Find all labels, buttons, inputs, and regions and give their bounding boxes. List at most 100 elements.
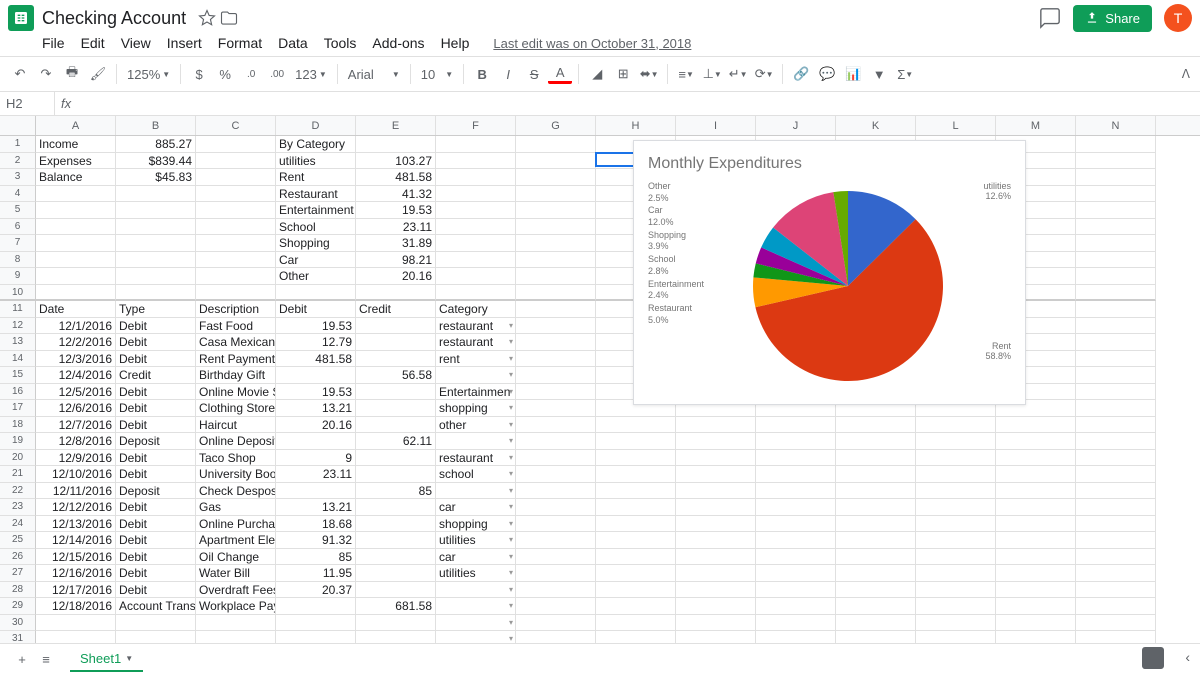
star-icon[interactable] (198, 9, 216, 27)
cell[interactable] (676, 450, 756, 467)
cell[interactable] (436, 186, 516, 203)
cell[interactable] (1076, 400, 1156, 417)
cell[interactable] (596, 532, 676, 549)
cell[interactable] (836, 499, 916, 516)
row-header-18[interactable]: 18 (0, 417, 36, 434)
cell[interactable]: 19.53 (276, 318, 356, 335)
cell[interactable]: Debit (116, 565, 196, 582)
cell[interactable] (516, 549, 596, 566)
cell[interactable] (1076, 169, 1156, 186)
cell[interactable]: restaurant (436, 450, 516, 467)
cell[interactable]: Gas (196, 499, 276, 516)
cell[interactable]: utilities (436, 565, 516, 582)
cell[interactable]: 103.27 (356, 153, 436, 170)
cell[interactable] (116, 285, 196, 302)
cell[interactable]: 12/5/2016 (36, 384, 116, 401)
cell[interactable]: 41.32 (356, 186, 436, 203)
cell[interactable] (516, 268, 596, 285)
bold-icon[interactable]: B (470, 62, 494, 86)
cell[interactable] (516, 582, 596, 599)
cell[interactable] (116, 219, 196, 236)
cell[interactable] (1076, 433, 1156, 450)
fill-color-icon[interactable]: ◢ (585, 62, 609, 86)
cell[interactable]: 13.21 (276, 499, 356, 516)
cell[interactable] (916, 417, 996, 434)
cell[interactable] (196, 169, 276, 186)
cell[interactable] (996, 565, 1076, 582)
cell[interactable] (356, 417, 436, 434)
cell[interactable]: 11.95 (276, 565, 356, 582)
cell[interactable] (516, 466, 596, 483)
cell[interactable]: School (276, 219, 356, 236)
cell[interactable] (516, 235, 596, 252)
cell[interactable] (836, 532, 916, 549)
col-header-M[interactable]: M (996, 116, 1076, 135)
col-header-D[interactable]: D (276, 116, 356, 135)
cell[interactable]: 12/4/2016 (36, 367, 116, 384)
cell[interactable]: Debit (116, 450, 196, 467)
cell[interactable]: Debit (116, 400, 196, 417)
cell[interactable] (1076, 483, 1156, 500)
cell[interactable] (1076, 235, 1156, 252)
cell[interactable]: utilities (276, 153, 356, 170)
row-header-17[interactable]: 17 (0, 400, 36, 417)
cell[interactable] (676, 582, 756, 599)
cell[interactable] (436, 169, 516, 186)
cell[interactable] (916, 466, 996, 483)
col-header-L[interactable]: L (916, 116, 996, 135)
cell[interactable]: Entertainmen (436, 384, 516, 401)
add-sheet-icon[interactable]: + (10, 648, 34, 672)
cell[interactable] (356, 466, 436, 483)
cell[interactable] (1076, 153, 1156, 170)
cell[interactable] (436, 433, 516, 450)
cell[interactable] (276, 433, 356, 450)
cell[interactable] (436, 367, 516, 384)
cell[interactable]: Other (276, 268, 356, 285)
cell[interactable] (916, 615, 996, 632)
cell[interactable] (836, 565, 916, 582)
col-header-J[interactable]: J (756, 116, 836, 135)
cell[interactable] (916, 549, 996, 566)
h-align-icon[interactable]: ≡▼ (674, 62, 698, 86)
cell[interactable]: 12/16/2016 (36, 565, 116, 582)
cell[interactable]: restaurant (436, 318, 516, 335)
cell[interactable]: Fast Food (196, 318, 276, 335)
row-header-7[interactable]: 7 (0, 235, 36, 252)
cell[interactable] (36, 252, 116, 269)
cell[interactable]: Restaurant (276, 186, 356, 203)
cell[interactable] (356, 384, 436, 401)
cell[interactable]: Description (196, 301, 276, 318)
cell[interactable] (1076, 318, 1156, 335)
zoom-select[interactable]: 125%▼ (123, 67, 174, 82)
all-sheets-icon[interactable]: ≡ (34, 648, 58, 672)
comment-add-icon[interactable]: 💬 (815, 62, 839, 86)
cell[interactable]: Check Desposit (196, 483, 276, 500)
cell[interactable]: 20.16 (276, 417, 356, 434)
cell[interactable] (356, 532, 436, 549)
cell[interactable] (836, 615, 916, 632)
row-header-21[interactable]: 21 (0, 466, 36, 483)
cell[interactable]: By Category (276, 136, 356, 153)
cell[interactable]: Taco Shop (196, 450, 276, 467)
percent-icon[interactable]: % (213, 62, 237, 86)
menu-help[interactable]: Help (441, 35, 470, 51)
formula-input[interactable] (79, 92, 1200, 115)
cell[interactable] (836, 598, 916, 615)
row-header-22[interactable]: 22 (0, 483, 36, 500)
col-header-K[interactable]: K (836, 116, 916, 135)
cell[interactable]: Debit (116, 351, 196, 368)
cell[interactable] (516, 400, 596, 417)
cell[interactable]: Birthday Gift (196, 367, 276, 384)
cell[interactable]: Debit (116, 466, 196, 483)
cell[interactable] (676, 499, 756, 516)
cell[interactable] (436, 202, 516, 219)
cell[interactable] (516, 384, 596, 401)
cell[interactable] (916, 450, 996, 467)
cell[interactable] (516, 433, 596, 450)
cell[interactable] (196, 615, 276, 632)
cell[interactable] (516, 136, 596, 153)
cell[interactable] (516, 516, 596, 533)
cell[interactable]: $839.44 (116, 153, 196, 170)
cell[interactable] (1076, 565, 1156, 582)
cell[interactable]: 12/15/2016 (36, 549, 116, 566)
